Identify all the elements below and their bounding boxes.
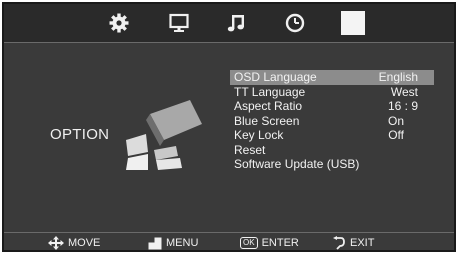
footer-divider [4,232,454,233]
menu-item-tt-language[interactable]: TT Language West [230,85,434,100]
menu-item-label: Aspect Ratio [234,99,303,113]
music-note-icon [227,15,244,32]
menu-item-value: Off [388,128,404,142]
tab-sound[interactable] [220,10,254,36]
clock-icon [285,13,305,33]
tab-bar [4,4,454,43]
return-arrow-icon [333,236,345,250]
tab-time[interactable] [278,10,312,36]
menu-item-label: OSD Language [234,70,317,84]
four-way-arrow-icon [48,236,64,250]
hint-move: MOVE [48,236,100,250]
hint-exit: EXIT [332,236,374,250]
tab-settings[interactable] [102,10,136,36]
hint-menu-label: MENU [166,237,199,249]
menu-item-label: Key Lock [234,128,284,142]
tab-picture[interactable] [162,10,196,36]
menu-item-osd-language[interactable]: OSD Language English [230,70,434,85]
menu-item-label: Reset [234,142,266,157]
ok-key-icon: OK [240,237,258,249]
hint-enter-label: ENTER [261,237,299,249]
option-cube-icon [126,100,202,172]
hint-menu: MENU [148,236,198,250]
monitor-icon [169,13,189,32]
hint-exit-label: EXIT [350,237,375,249]
hint-enter: OK ENTER [240,236,299,250]
menu-item-key-lock[interactable]: Key Lock Off [230,128,434,143]
option-menu: OSD Language English TT Language West As… [230,70,434,172]
menu-item-aspect-ratio[interactable]: Aspect Ratio 16 : 9 [230,99,434,114]
menu-item-label: TT Language [234,84,306,99]
menu-item-reset[interactable]: Reset [230,143,434,158]
menu-item-value: English [378,70,418,84]
page-title: OPTION [50,126,110,143]
tab-option[interactable] [336,10,370,36]
menu-item-software-update[interactable]: Software Update (USB) [230,157,434,172]
tv-osd-screen: OPTION OSD Language English TT Language … [2,2,456,252]
menu-key-icon [148,237,162,249]
menu-item-blue-screen[interactable]: Blue Screen On [230,114,434,129]
hint-move-label: MOVE [68,237,101,249]
option-tab-icon [341,11,365,35]
menu-item-label: Software Update (USB) [234,157,360,171]
menu-item-label: Blue Screen [234,113,300,128]
menu-item-value: 16 : 9 [387,99,418,113]
menu-item-value: West [390,84,418,99]
gear-icon [109,13,129,33]
menu-item-value: On [387,113,404,128]
footer-hints: MOVE MENU OK ENTER EXIT [4,234,454,252]
